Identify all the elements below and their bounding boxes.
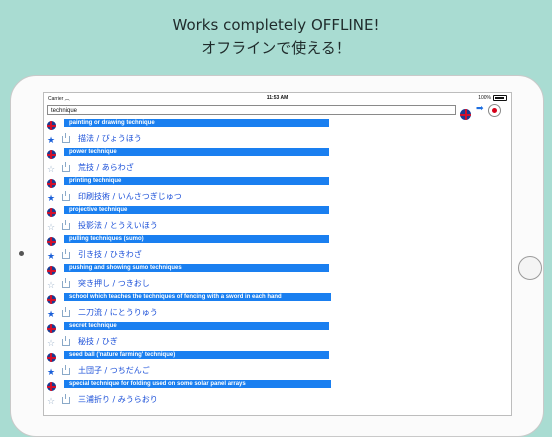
star-filled-icon[interactable]: ★ — [46, 310, 56, 320]
english-term: printing technique — [64, 177, 329, 185]
japanese-term: 三浦折り / みうらおり — [78, 394, 158, 404]
status-bar: Carrier ︵ 11:53 AM 100% — [44, 93, 511, 103]
uk-flag-icon — [46, 295, 56, 305]
star-filled-icon[interactable]: ★ — [46, 368, 56, 378]
english-result-row[interactable]: printing technique — [44, 176, 511, 191]
japanese-result-row[interactable]: ☆ 突き押し / つきおし — [44, 277, 511, 293]
share-icon[interactable] — [62, 132, 70, 143]
share-icon[interactable] — [62, 277, 70, 288]
share-icon[interactable] — [62, 306, 70, 317]
japanese-term: 土団子 / つちだんご — [78, 365, 150, 375]
english-term: pushing and showing sumo techniques — [64, 264, 329, 272]
english-term: special technique for folding used on so… — [64, 380, 331, 388]
english-term: painting or drawing technique — [64, 119, 329, 127]
share-icon[interactable] — [62, 393, 70, 404]
japanese-term: 印刷技術 / いんさつぎじゅつ — [78, 191, 182, 201]
uk-flag-icon — [46, 121, 56, 131]
japanese-result-row[interactable]: ☆ 三浦折り / みうらおり — [44, 393, 511, 409]
japanese-term: 二刀流 / にとうりゅう — [78, 307, 158, 317]
camera-dot — [19, 251, 24, 256]
japanese-result-row[interactable]: ★ 土団子 / つちだんご — [44, 364, 511, 380]
direction-arrow-icon[interactable]: ➡ — [476, 105, 484, 114]
uk-flag-icon — [46, 237, 56, 247]
share-icon[interactable] — [62, 335, 70, 346]
english-result-row[interactable]: seed ball ('nature farming' technique) — [44, 350, 511, 365]
english-result-row[interactable]: school which teaches the techniques of f… — [44, 292, 511, 307]
japanese-term: 荒技 / あらわざ — [78, 162, 134, 172]
japanese-term: 投影法 / とうえいほう — [78, 220, 158, 230]
english-term: power technique — [64, 148, 329, 156]
japanese-result-row[interactable]: ★ 引き技 / ひきわざ — [44, 248, 511, 264]
uk-flag-icon — [46, 353, 56, 363]
uk-flag-icon — [46, 266, 56, 276]
star-empty-icon[interactable]: ☆ — [46, 281, 56, 291]
english-term: pulling techniques (sumo) — [64, 235, 329, 243]
japanese-result-row[interactable]: ☆ 荒技 / あらわざ — [44, 161, 511, 177]
star-empty-icon[interactable]: ☆ — [46, 223, 56, 233]
share-icon[interactable] — [62, 161, 70, 172]
promo-headline-jp: オフラインで使える！ — [201, 39, 351, 57]
share-icon[interactable] — [62, 364, 70, 375]
results-list: painting or drawing technique ★ 描法 / びょうほう… — [44, 118, 511, 408]
star-empty-icon[interactable]: ☆ — [46, 397, 56, 407]
english-result-row[interactable]: power technique — [44, 147, 511, 162]
star-filled-icon[interactable]: ★ — [46, 252, 56, 262]
english-result-row[interactable]: secret technique — [44, 321, 511, 336]
uk-flag-icon — [46, 208, 56, 218]
japanese-result-row[interactable]: ★ 描法 / びょうほう — [44, 132, 511, 148]
battery-indicator: 100% — [478, 95, 507, 101]
uk-flag-icon — [46, 179, 56, 189]
uk-flag-icon — [46, 382, 56, 392]
japanese-result-row[interactable]: ★ 二刀流 / にとうりゅう — [44, 306, 511, 322]
english-term: secret technique — [64, 322, 329, 330]
english-result-row[interactable]: pushing and showing sumo techniques — [44, 263, 511, 278]
japanese-result-row[interactable]: ★ 印刷技術 / いんさつぎじゅつ — [44, 190, 511, 206]
english-term: projective technique — [64, 206, 329, 214]
app-screen: Carrier ︵ 11:53 AM 100% technique ➡ pain… — [43, 92, 512, 416]
battery-icon — [493, 95, 507, 101]
japanese-term: 描法 / びょうほう — [78, 133, 142, 143]
uk-flag-icon — [46, 324, 56, 334]
star-empty-icon[interactable]: ☆ — [46, 165, 56, 175]
battery-percent: 100% — [478, 95, 491, 101]
japanese-result-row[interactable]: ☆ 秘技 / ひぎ — [44, 335, 511, 351]
share-icon[interactable] — [62, 248, 70, 259]
star-filled-icon[interactable]: ★ — [46, 194, 56, 204]
english-term: seed ball ('nature farming' technique) — [64, 351, 329, 359]
home-button[interactable] — [518, 256, 542, 280]
english-term: school which teaches the techniques of f… — [64, 293, 331, 301]
search-input[interactable]: technique — [47, 105, 456, 115]
clock: 11:53 AM — [266, 95, 289, 101]
english-result-row[interactable]: pulling techniques (sumo) — [44, 234, 511, 249]
english-result-row[interactable]: special technique for folding used on so… — [44, 379, 511, 394]
target-language-japan-flag-icon[interactable] — [488, 104, 501, 117]
english-result-row[interactable]: painting or drawing technique — [44, 118, 511, 133]
japanese-term: 引き技 / ひきわざ — [78, 249, 142, 259]
star-filled-icon[interactable]: ★ — [46, 136, 56, 146]
star-empty-icon[interactable]: ☆ — [46, 339, 56, 349]
japanese-term: 秘技 / ひぎ — [78, 336, 118, 346]
share-icon[interactable] — [62, 190, 70, 201]
share-icon[interactable] — [62, 219, 70, 230]
search-bar: technique ➡ — [44, 103, 511, 120]
promo-headline-en: Works completely OFFLINE! — [172, 16, 380, 34]
japanese-term: 突き押し / つきおし — [78, 278, 150, 288]
uk-flag-icon — [46, 150, 56, 160]
english-result-row[interactable]: projective technique — [44, 205, 511, 220]
japanese-result-row[interactable]: ☆ 投影法 / とうえいほう — [44, 219, 511, 235]
